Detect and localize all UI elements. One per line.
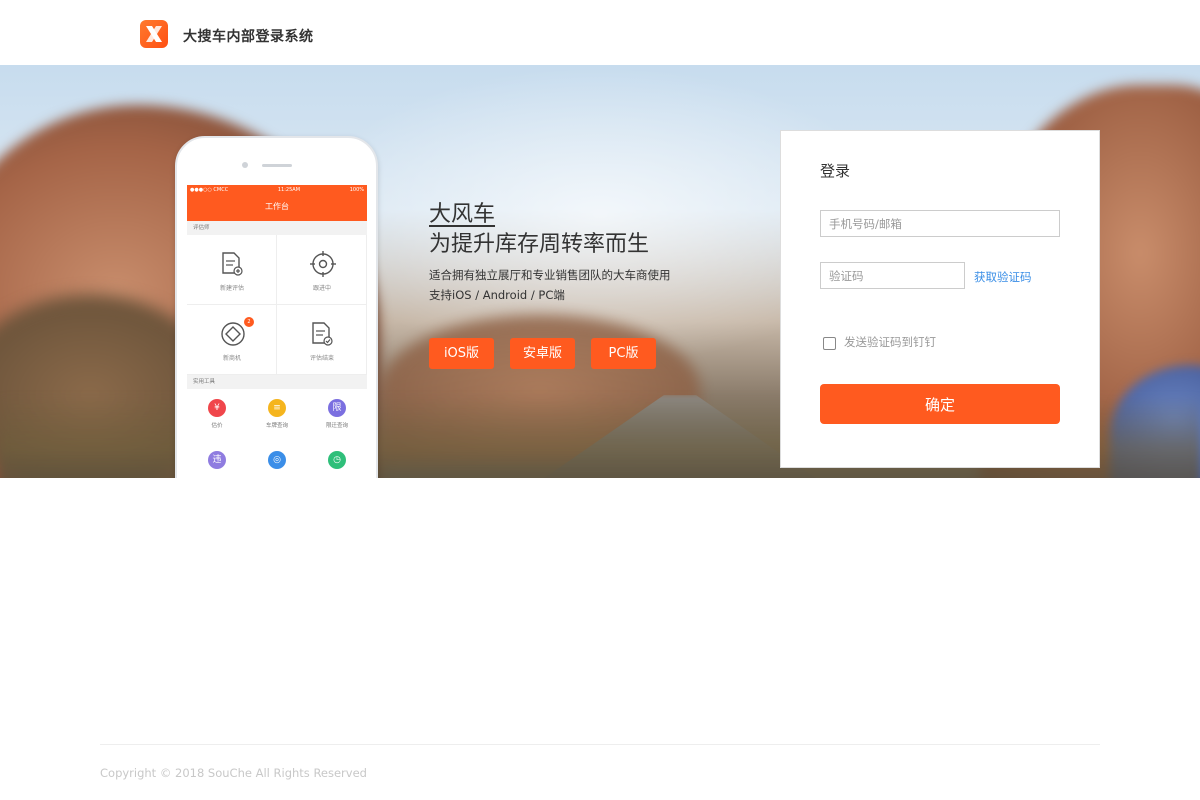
phone-tool: ≡ 车牌查询 xyxy=(247,389,307,441)
phone-tile: 2 新商机 xyxy=(187,305,277,375)
phone-tool: ¥ 估价 xyxy=(187,389,247,441)
phone-section-label: 评估师 xyxy=(187,221,367,235)
top-header: 大搜车内部登录系统 xyxy=(0,0,1200,65)
status-carrier: ●●●○○ CMCC xyxy=(190,187,229,193)
phone-tile: 跟进中 xyxy=(277,235,367,305)
phone-tool-grid: ¥ 估价 ≡ 车牌查询 限 限迁查询 违 ◎ ◷ xyxy=(187,389,367,478)
location-icon: ◎ xyxy=(268,451,286,469)
phone-status-bar: ●●●○○ CMCC 11:25AM 100% xyxy=(187,185,367,195)
platform-support: 支持iOS / Android / PC端 xyxy=(429,288,565,302)
souche-logo-icon[interactable] xyxy=(140,20,168,48)
plate-icon: ≡ xyxy=(268,399,286,417)
phone-section-label: 实用工具 xyxy=(187,375,367,389)
phone-tool: ◷ xyxy=(307,441,367,478)
download-ios-button[interactable]: iOS版 xyxy=(429,338,494,369)
phone-tile-label: 评估结束 xyxy=(309,355,334,362)
phone-mockup: ●●●○○ CMCC 11:25AM 100% 工作台 评估师 新建评估 跟进中… xyxy=(175,136,378,478)
phone-tile-label: 新商机 xyxy=(222,355,241,362)
status-time: 11:25AM xyxy=(277,187,301,193)
login-submit-button[interactable]: 确定 xyxy=(820,384,1060,424)
phone-tile-label: 新建评估 xyxy=(219,285,244,292)
phone-screen: ●●●○○ CMCC 11:25AM 100% 工作台 评估师 新建评估 跟进中… xyxy=(187,185,367,478)
login-panel: 登录 获取验证码 发送验证码到钉钉 确定 xyxy=(780,130,1100,468)
phone-tool-label: 限迁查询 xyxy=(325,423,348,429)
send-to-dingding-checkbox[interactable] xyxy=(823,337,836,350)
phone-tile: 新建评估 xyxy=(187,235,277,305)
product-description: 适合拥有独立展厅和专业销售团队的大车商使用 xyxy=(429,268,671,282)
phone-tile-label: 跟进中 xyxy=(312,285,331,292)
product-name[interactable]: 大风车 xyxy=(429,196,495,228)
product-slogan: 为提升库存周转率而生 xyxy=(429,232,650,257)
phone-tool: ◎ xyxy=(247,441,307,478)
site-title: 大搜车内部登录系统 xyxy=(183,29,314,45)
send-to-dingding-label[interactable]: 发送验证码到钉钉 xyxy=(844,334,936,350)
footer-divider xyxy=(100,744,1100,745)
document-add-icon xyxy=(222,252,243,276)
restriction-icon: 限 xyxy=(328,399,346,417)
clock-icon: ◷ xyxy=(328,451,346,469)
get-code-link[interactable]: 获取验证码 xyxy=(974,269,1032,285)
phone-tile: 评估结束 xyxy=(277,305,367,375)
phone-tool-label: 估价 xyxy=(211,423,223,429)
download-pc-button[interactable]: PC版 xyxy=(591,338,656,369)
phone-speaker xyxy=(262,164,292,167)
violation-icon: 违 xyxy=(208,451,226,469)
phone-tool: 违 xyxy=(187,441,247,478)
status-battery: 100% xyxy=(349,187,364,193)
document-check-icon xyxy=(312,322,333,346)
account-input[interactable] xyxy=(820,210,1060,237)
phone-camera xyxy=(242,162,248,168)
phone-app-title: 工作台 xyxy=(187,195,367,221)
diamond-icon xyxy=(221,322,245,346)
login-title: 登录 xyxy=(820,162,851,180)
phone-tile-grid: 新建评估 跟进中 2 新商机 评估结束 xyxy=(187,235,367,375)
verification-code-input[interactable] xyxy=(820,262,965,289)
download-android-button[interactable]: 安卓版 xyxy=(510,338,575,369)
phone-tool-label: 车牌查询 xyxy=(265,423,288,429)
target-icon xyxy=(310,251,336,277)
copyright-text: Copyright © 2018 SouChe All Rights Reser… xyxy=(100,766,367,780)
new-lead-badge: 2 xyxy=(244,317,254,327)
phone-tool: 限 限迁查询 xyxy=(307,389,367,441)
yuan-icon: ¥ xyxy=(208,399,226,417)
